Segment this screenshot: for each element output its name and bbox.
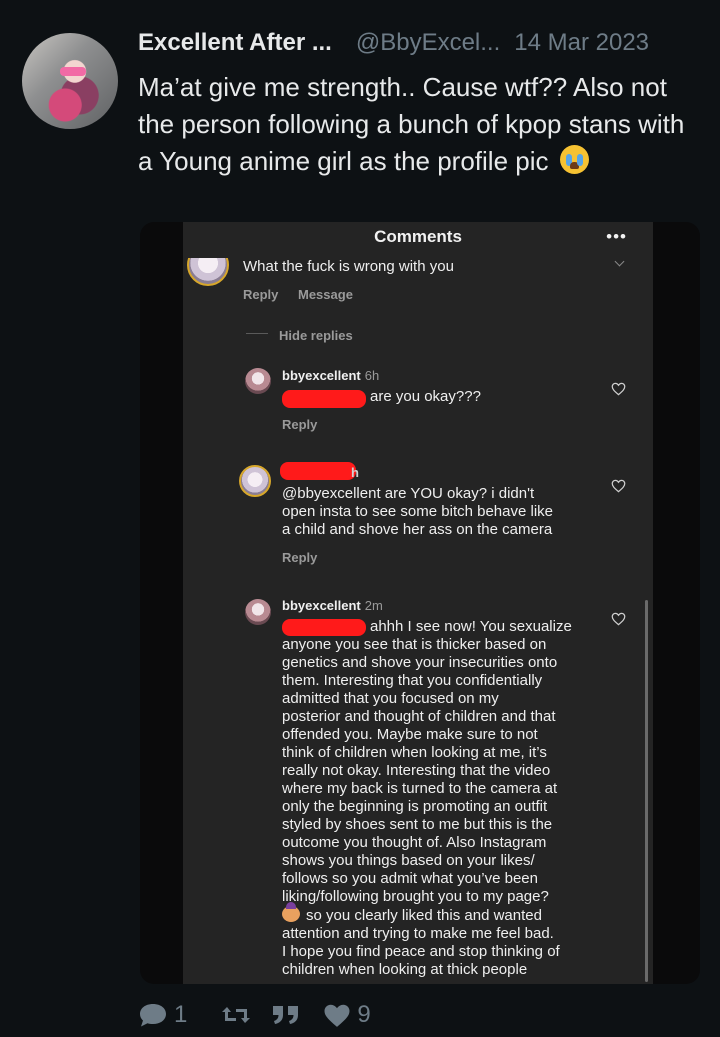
comments-header: Comments ••• — [183, 222, 653, 252]
display-name[interactable]: Excellent After ... — [138, 29, 332, 57]
chevron-down-icon — [614, 256, 625, 267]
reply-avatar — [239, 465, 271, 497]
reply-text: ahhh I see now! You sexualize anyone you… — [282, 618, 572, 978]
tweet-date[interactable]: 14 Mar 2023 — [514, 29, 649, 57]
message-link: Message — [298, 287, 353, 302]
reply-time: h — [351, 465, 359, 480]
quote-icon — [273, 1006, 299, 1024]
retweet-button[interactable] — [221, 1003, 251, 1027]
like-count: 9 — [357, 1001, 371, 1028]
hide-replies-link: Hide replies — [279, 328, 353, 343]
loudly-crying-face-icon — [559, 145, 589, 174]
reply-username: bbyexcellent 2m — [282, 598, 383, 613]
reply-avatar — [245, 599, 271, 625]
tweet-text: Ma’at give me strength.. Cause wtf?? Als… — [138, 69, 698, 180]
heart-icon — [611, 479, 626, 493]
heart-icon — [324, 1004, 350, 1027]
like-button[interactable]: 9 — [323, 1001, 371, 1029]
instagram-comments-screenshot: Comments ••• What the fuck is wrong with… — [183, 222, 653, 984]
more-options-icon: ••• — [606, 227, 627, 246]
reply-username: bbyexcellent 6h — [282, 368, 380, 383]
reply-icon — [140, 1004, 166, 1027]
hide-replies-divider — [246, 333, 268, 334]
author-avatar[interactable] — [22, 33, 118, 129]
scrollbar — [645, 600, 648, 982]
redaction-mark — [282, 390, 366, 408]
reply-link: Reply — [282, 417, 318, 432]
comments-title: Comments — [374, 227, 462, 246]
retweet-icon — [222, 1007, 251, 1023]
tweet-header: Excellent After ... @BbyExcel... 14 Mar … — [138, 29, 649, 61]
tweet-actions: 1 9 — [138, 998, 371, 1032]
heart-icon — [611, 382, 626, 396]
redaction-mark — [280, 462, 356, 480]
heart-icon — [611, 612, 626, 626]
quote-button[interactable] — [271, 1004, 301, 1026]
attached-image[interactable]: Comments ••• What the fuck is wrong with… — [140, 222, 700, 984]
tweet-text-body: Ma’at give me strength.. Cause wtf?? Als… — [138, 72, 685, 176]
reply-link: Reply — [282, 550, 318, 565]
reply-avatar — [245, 368, 271, 394]
reply-text: are you okay??? — [370, 388, 481, 405]
shrug-emoji-icon — [282, 902, 300, 922]
reply-text: @bbyexcellent are YOU okay? i didn't ope… — [282, 485, 554, 538]
reply-count: 1 — [174, 1001, 188, 1028]
reply-link: Reply — [243, 287, 279, 302]
user-handle[interactable]: @BbyExcel... — [356, 29, 500, 57]
reply-button[interactable]: 1 — [138, 1001, 187, 1029]
top-comment-text: What the fuck is wrong with you — [243, 258, 454, 275]
